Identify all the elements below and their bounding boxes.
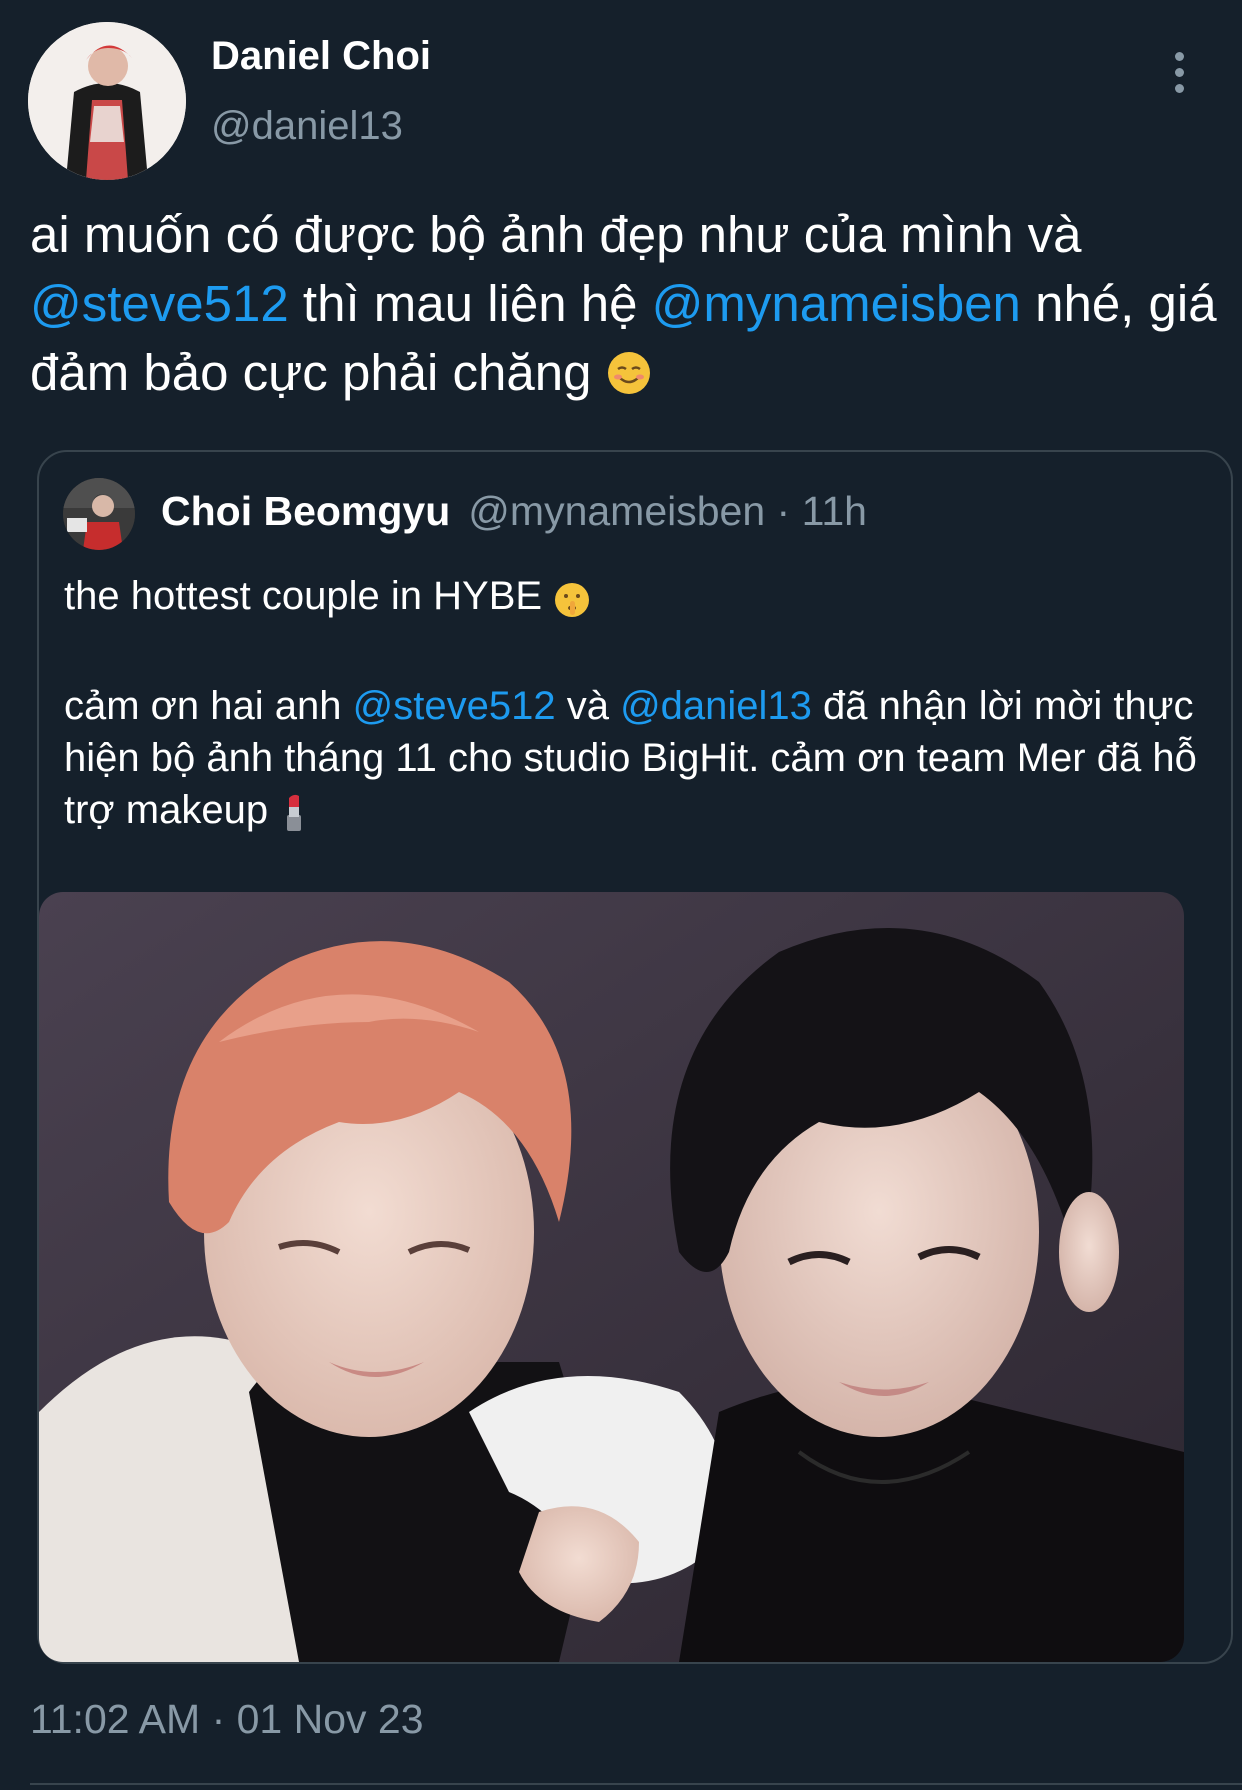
mention-link[interactable]: @steve512 [353, 684, 556, 728]
mention-link[interactable]: @mynameisben [652, 275, 1021, 332]
quoted-author-avatar[interactable] [63, 478, 135, 550]
tweet-text-part: thì mau liên hệ [288, 275, 652, 332]
quoted-author-meta[interactable]: @mynameisben · 11h [468, 488, 867, 534]
more-vertical-icon[interactable] [1162, 52, 1196, 96]
tweet-text: ai muốn có được bộ ảnh đẹp như của mình … [30, 200, 1220, 413]
lipstick-icon [279, 790, 309, 842]
smiling-face-icon [606, 344, 652, 413]
avatar-photo [28, 22, 186, 180]
quoted-header: Choi Beomgyu @mynameisben · 11h [161, 488, 867, 535]
quoted-avatar-photo [63, 478, 135, 550]
shushing-face-icon [553, 576, 591, 628]
mention-link[interactable]: @daniel13 [620, 684, 812, 728]
quoted-text: the hottest couple in HYBE cảm ơn hai an… [64, 570, 1204, 842]
tweet-text-part: ai muốn có được bộ ảnh đẹp như của mình … [30, 206, 1082, 263]
tweet: Daniel Choi @daniel13 ai muốn có được bộ… [0, 0, 1242, 1790]
mention-link[interactable]: @steve512 [30, 275, 289, 332]
quoted-line: the hottest couple in HYBE [64, 570, 1204, 628]
tweet-timestamp[interactable]: 11:02 AM · 01 Nov 23 [30, 1696, 424, 1743]
author-avatar[interactable] [28, 22, 186, 180]
quoted-photo[interactable] [39, 892, 1184, 1662]
author-display-name[interactable]: Daniel Choi [211, 34, 431, 79]
author-handle[interactable]: @daniel13 [211, 104, 403, 149]
quoted-author-name[interactable]: Choi Beomgyu [161, 488, 450, 534]
quoted-text-part: cảm ơn hai anh [64, 684, 353, 728]
quoted-text-part: the hottest couple in HYBE [64, 574, 554, 618]
divider [30, 1783, 1242, 1785]
quoted-tweet[interactable]: Choi Beomgyu @mynameisben · 11h the hotte… [37, 450, 1233, 1664]
photo-two-people [39, 892, 1184, 1662]
quoted-text-part: và [555, 684, 621, 728]
quoted-line: cảm ơn hai anh @steve512 và @daniel13 đã… [64, 680, 1204, 842]
